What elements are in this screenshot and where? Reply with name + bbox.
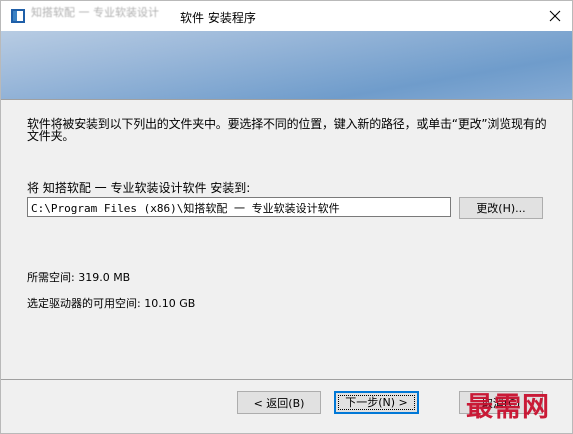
- change-folder-button[interactable]: 更改(H)...: [459, 197, 543, 219]
- window-title: 软件 安装程序: [180, 11, 256, 25]
- content-panel: 软件将被安装到以下列出的文件夹中。要选择不同的位置，键入新的路径，或单击“更改”…: [1, 100, 572, 379]
- title-ghost-text: 知搭软配 一 专业软装设计: [31, 6, 159, 19]
- next-button-label: 下一步(N) >: [338, 395, 415, 410]
- watermark-logo: 最需网: [466, 392, 550, 423]
- instruction-text: 软件将被安装到以下列出的文件夹中。要选择不同的位置，键入新的路径，或单击“更改”…: [27, 117, 547, 143]
- space-available-text: 选定驱动器的可用空间: 10.10 GB: [27, 297, 196, 310]
- next-button[interactable]: 下一步(N) >: [334, 391, 419, 414]
- close-icon: [549, 7, 561, 26]
- header-banner: [1, 31, 572, 99]
- install-location-label: 将 知搭软配 一 专业软装设计软件 安装到:: [27, 181, 251, 195]
- footer-divider: [1, 379, 572, 380]
- back-button[interactable]: < 返回(B): [237, 391, 321, 414]
- close-button[interactable]: [544, 5, 566, 27]
- installer-window: 知搭软配 一 专业软装设计 软件 安装程序 软件将被安装到以下列出的文件夹中。要…: [0, 0, 573, 434]
- installer-app-icon: [10, 8, 26, 24]
- title-bar: 知搭软配 一 专业软装设计 软件 安装程序: [1, 1, 572, 31]
- space-required-text: 所需空间: 319.0 MB: [27, 271, 131, 284]
- install-path-field[interactable]: C:\Program Files (x86)\知搭软配 一 专业软装设计软件: [27, 197, 451, 217]
